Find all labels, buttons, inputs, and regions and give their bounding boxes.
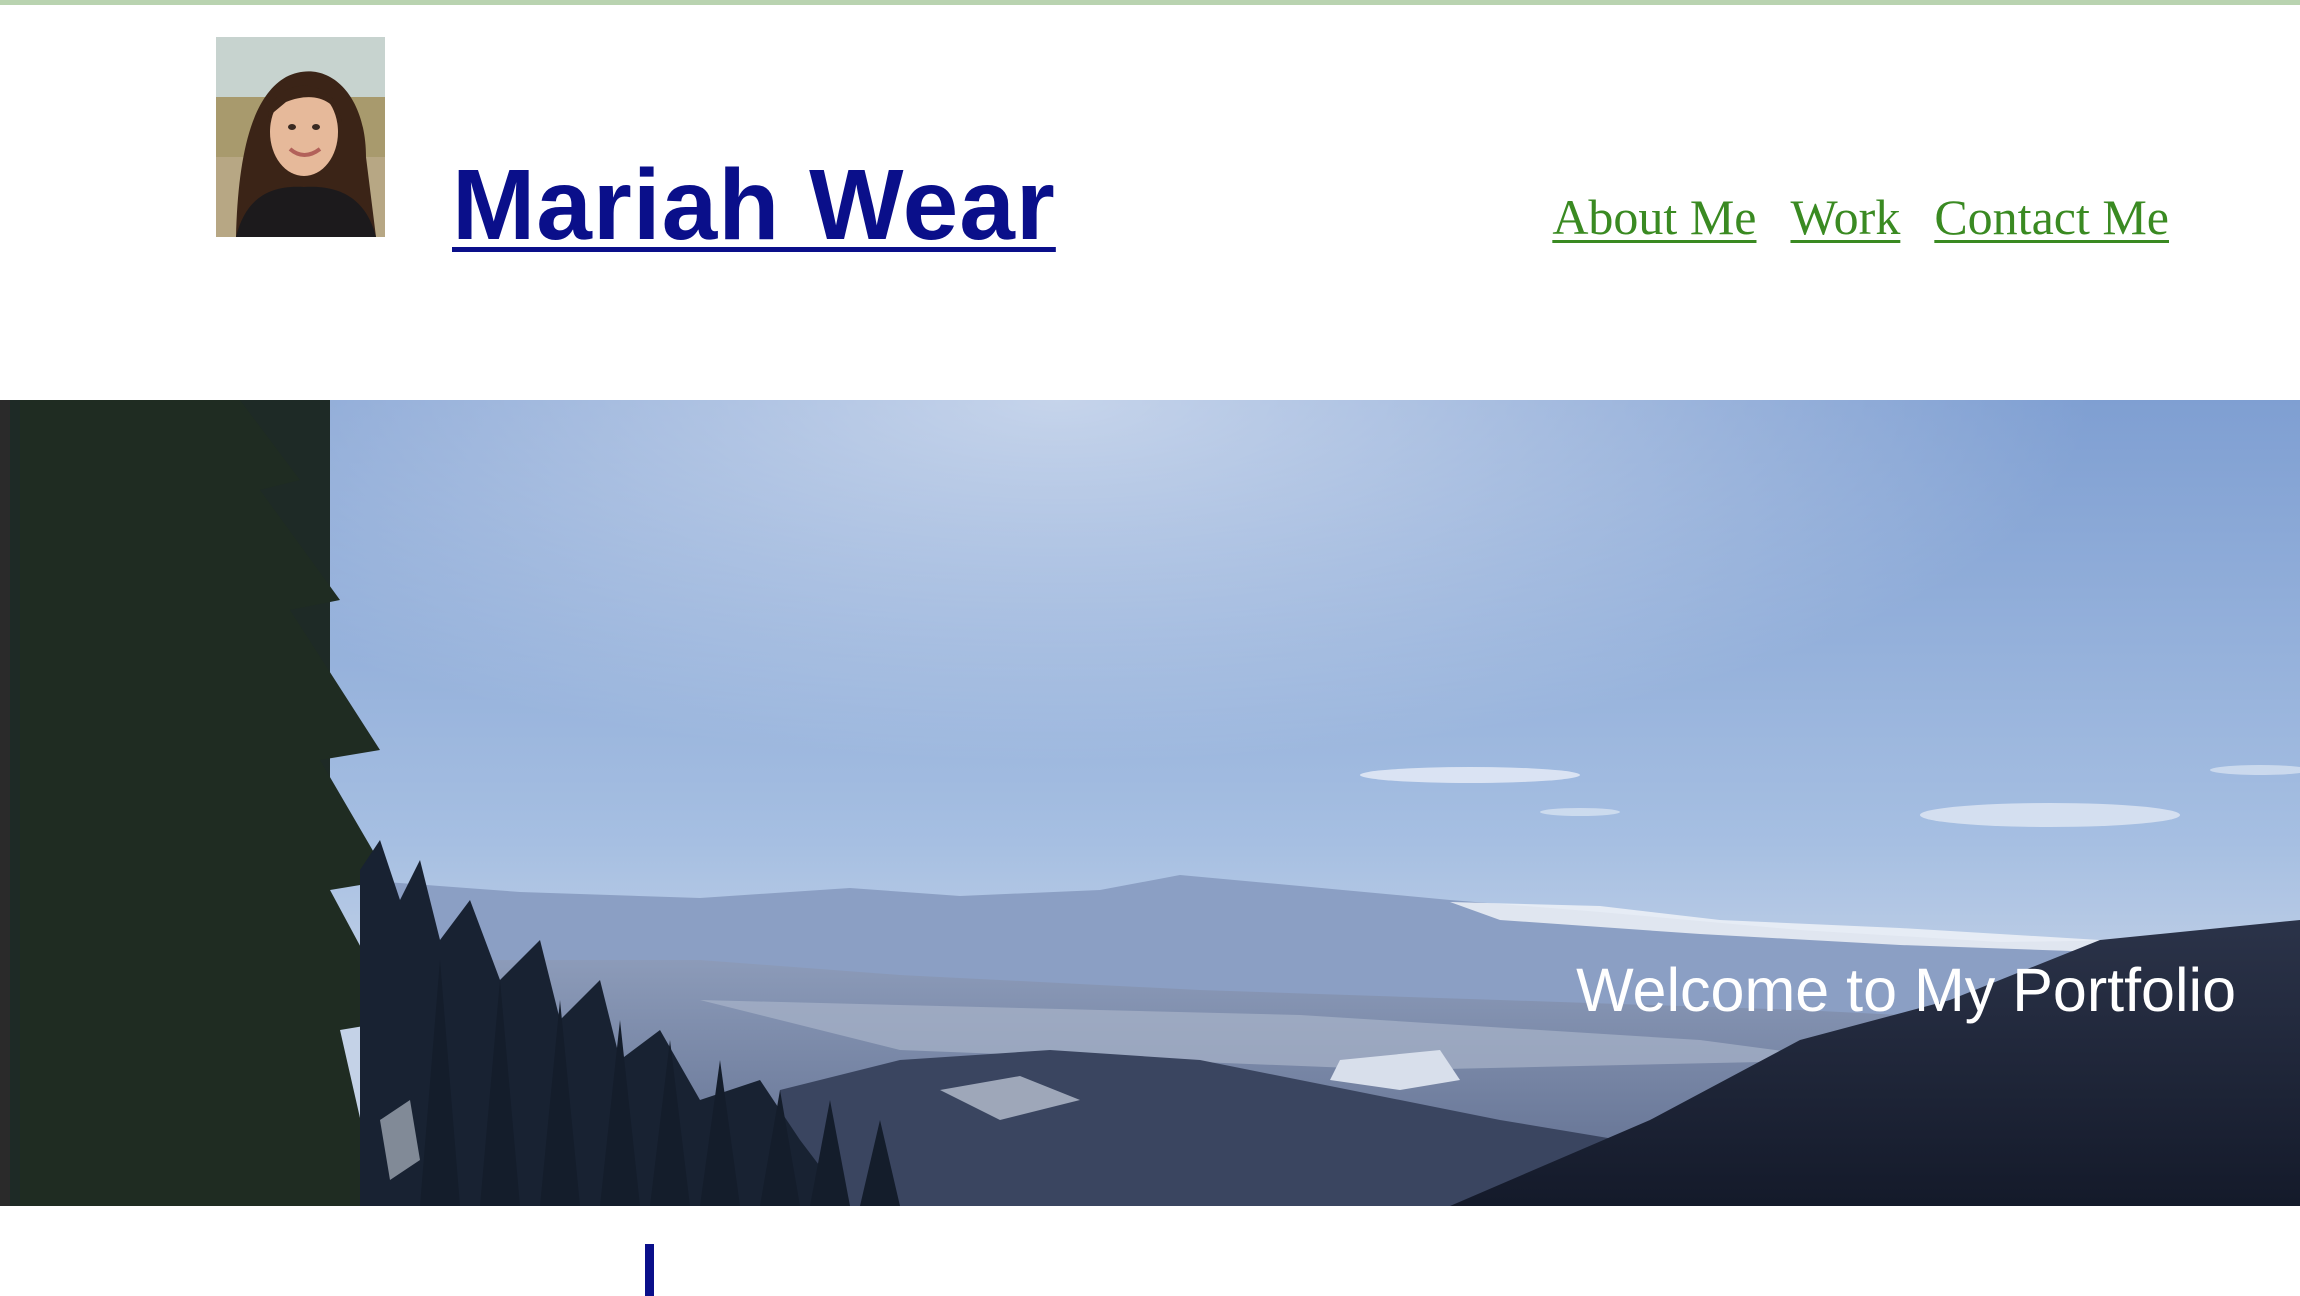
hero-caption: Welcome to My Portfolio	[1576, 956, 2236, 1024]
mountain-landscape-image	[0, 400, 2300, 1206]
nav-about-me[interactable]: About Me	[1552, 187, 1756, 247]
nav-work[interactable]: Work	[1790, 187, 1900, 247]
avatar	[216, 37, 385, 237]
main-nav: About Me Work Contact Me	[1552, 187, 2169, 247]
site-header: Mariah Wear About Me Work Contact Me	[0, 5, 2300, 400]
hero-banner: Welcome to My Portfolio	[0, 400, 2300, 1206]
site-title[interactable]: Mariah Wear	[452, 145, 1056, 265]
content-area	[0, 1206, 2300, 1296]
nav-contact-me[interactable]: Contact Me	[1934, 187, 2169, 247]
text-cursor	[645, 1244, 654, 1296]
